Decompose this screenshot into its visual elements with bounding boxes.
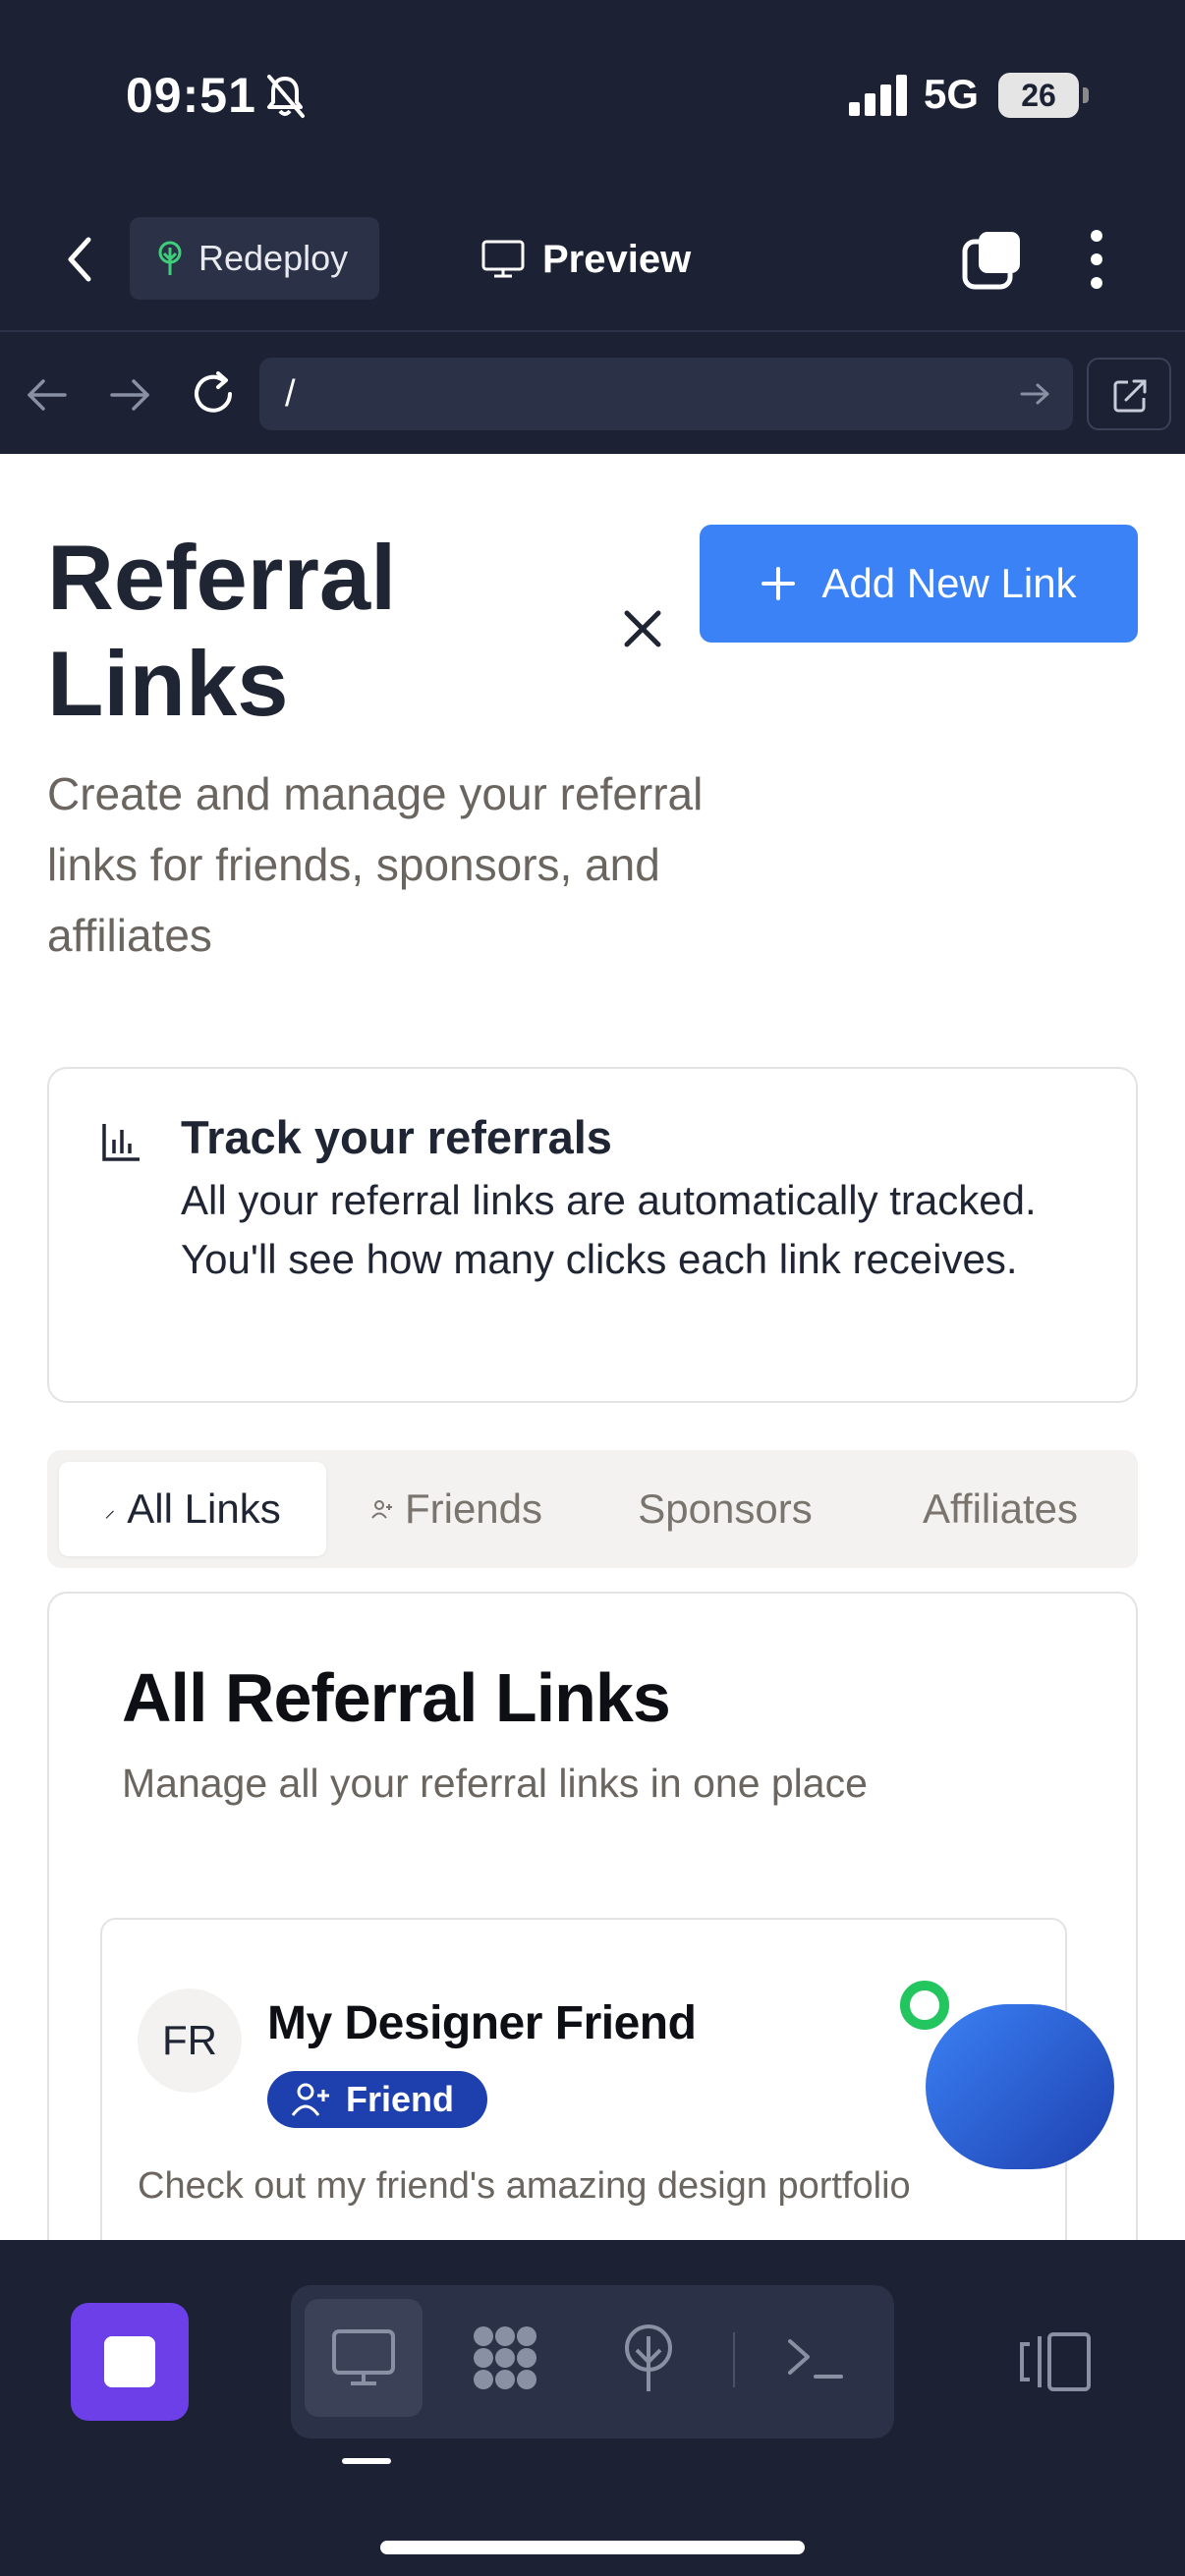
page-subtitle: Create and manage your referral links fo…	[47, 768, 704, 961]
tab-label: Friends	[404, 1485, 543, 1532]
page-content: Referral Links Add New Link Create and m…	[0, 454, 1185, 2240]
dock-toolbar	[291, 2285, 894, 2438]
app-toolbar: Redeploy Preview	[0, 187, 1185, 332]
integrations-dock-button[interactable]	[446, 2299, 564, 2417]
status-bar: 09:51 5G 26	[0, 0, 1185, 187]
grid-icon	[474, 2326, 536, 2389]
active-indicator	[342, 2458, 391, 2464]
chevron-left-icon[interactable]	[57, 232, 104, 287]
reload-icon[interactable]	[189, 369, 238, 419]
url-input[interactable]: /	[259, 358, 1073, 430]
status-time: 09:51	[126, 68, 256, 123]
tab-label: Affiliates	[923, 1485, 1078, 1532]
close-icon[interactable]	[621, 607, 664, 650]
app-icon[interactable]	[71, 2303, 189, 2421]
open-external-button[interactable]	[1087, 358, 1171, 430]
external-link-icon	[1113, 379, 1147, 413]
floating-action-button[interactable]	[926, 2004, 1114, 2169]
add-new-link-button[interactable]: Add New Link	[700, 525, 1138, 643]
user-plus-icon	[291, 2083, 329, 2116]
monitor-icon	[332, 2329, 395, 2385]
signal-icon	[849, 75, 907, 116]
redeploy-label: Redeploy	[198, 238, 349, 278]
go-arrow-icon[interactable]	[1018, 377, 1051, 411]
preview-label: Preview	[542, 237, 692, 281]
plus-icon	[762, 567, 796, 600]
tab-sponsors[interactable]: Sponsors	[597, 1462, 853, 1556]
online-status-indicator	[900, 1981, 949, 2030]
link-icon: ⸝	[104, 1497, 116, 1522]
info-body: All your referral links are automaticall…	[181, 1177, 1037, 1282]
deploy-dock-button[interactable]	[590, 2299, 707, 2417]
preview-dock-button[interactable]	[305, 2299, 423, 2417]
link-name: My Designer Friend	[267, 1997, 697, 2049]
tab-label: All Links	[127, 1485, 281, 1532]
tab-friends[interactable]: Friends	[334, 1462, 580, 1556]
page-title: Referral Links	[47, 526, 397, 735]
bottom-dock	[0, 2240, 1185, 2576]
type-badge: Friend	[267, 2071, 488, 2128]
list-item[interactable]: FR My Designer Friend Friend Check out m…	[100, 1918, 1067, 2240]
network-type: 5G	[924, 71, 980, 117]
tree-icon	[625, 2324, 672, 2391]
tab-all-links[interactable]: ⸝ All Links	[59, 1462, 326, 1556]
preview-tab[interactable]: Preview	[481, 222, 691, 297]
dock-separator	[733, 2332, 735, 2387]
monitor-icon	[481, 240, 525, 278]
list-title: All Referral Links	[122, 1659, 671, 1736]
bell-muted-icon	[267, 75, 305, 118]
link-description: Check out my friend's amazing design por…	[138, 2165, 911, 2207]
tab-affiliates[interactable]: Affiliates	[873, 1462, 1128, 1556]
list-subtitle: Manage all your referral links in one pl…	[122, 1761, 868, 1806]
home-indicator	[380, 2541, 805, 2554]
arrow-left-icon[interactable]	[24, 373, 71, 417]
terminal-dock-button[interactable]	[757, 2299, 875, 2417]
terminal-icon	[788, 2339, 843, 2379]
add-button-label: Add New Link	[821, 560, 1077, 606]
tabs-icon[interactable]	[961, 228, 1024, 291]
url-text: /	[285, 372, 296, 415]
arrow-right-icon[interactable]	[106, 373, 153, 417]
info-card: Track your referrals All your referral l…	[47, 1067, 1138, 1403]
battery-icon: 26	[998, 73, 1089, 118]
avatar: FR	[138, 1988, 242, 2093]
link-type-tabs: ⸝ All Links Friends Sponsors Affiliates	[47, 1450, 1138, 1568]
info-title: Track your referrals	[181, 1111, 612, 1163]
user-plus-icon	[371, 1500, 392, 1519]
address-bar: /	[0, 334, 1185, 454]
type-badge-label: Friend	[346, 2079, 455, 2119]
panel-icon[interactable]	[1018, 2330, 1093, 2393]
tab-label: Sponsors	[638, 1485, 813, 1532]
bar-chart-icon	[102, 1124, 140, 1161]
more-vertical-icon[interactable]	[1079, 226, 1114, 293]
tree-icon	[158, 241, 182, 275]
redeploy-button[interactable]: Redeploy	[130, 217, 379, 300]
